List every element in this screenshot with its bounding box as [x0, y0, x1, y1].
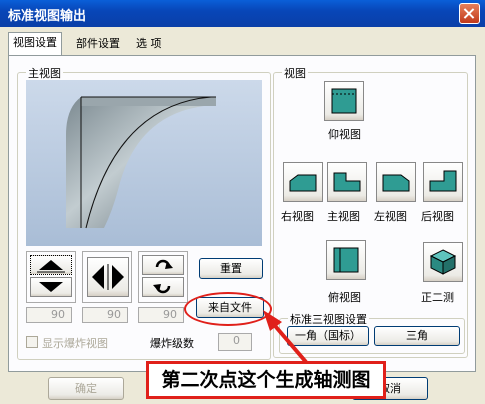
back-view-button[interactable] [423, 162, 463, 202]
bottom-view-button[interactable] [324, 81, 364, 121]
standard-three-view-label: 标准三视图设置 [288, 311, 369, 327]
views-group-label: 视图 [282, 65, 308, 81]
back-view-label: 后视图 [421, 210, 454, 223]
close-button[interactable] [459, 3, 480, 24]
right-view-label: 右视图 [281, 210, 314, 223]
bottom-view-label: 仰视图 [328, 128, 361, 141]
front-view-button[interactable] [327, 162, 367, 202]
tilt-angle-field[interactable]: 90 [26, 307, 72, 323]
explode-level-field[interactable]: 0 [218, 333, 252, 351]
red-highlight-ellipse [184, 292, 272, 326]
dimetric-view-button[interactable] [423, 242, 463, 282]
third-angle-button[interactable]: 三角 [374, 326, 460, 346]
rotate-up-button[interactable] [30, 255, 72, 275]
reset-button[interactable]: 重置 [199, 258, 263, 279]
spin-angle-field[interactable]: 90 [138, 307, 184, 323]
window-title: 标准视图输出 [8, 9, 87, 24]
top-view-button[interactable] [326, 240, 366, 280]
dialog-window: 标准视图输出 视图设置 部件设置 选 项 主视图 90 90 90 重置 来自文… [0, 0, 485, 404]
spin-counterclockwise-button[interactable] [142, 277, 184, 297]
pan-angle-field[interactable]: 90 [82, 307, 128, 323]
left-view-label: 左视图 [374, 210, 407, 223]
title-bar: 标准视图输出 [0, 0, 485, 27]
rotate-left-right-button[interactable] [87, 257, 129, 297]
tab-view-settings[interactable]: 视图设置 [8, 32, 62, 55]
model-render [66, 96, 216, 229]
main-view-group-label: 主视图 [26, 65, 63, 81]
first-angle-button[interactable]: 一角（国标） [287, 326, 369, 346]
explode-level-label: 爆炸级数 [150, 337, 194, 350]
tab-options[interactable]: 选 项 [132, 34, 166, 54]
annotation-callout: 第二次点这个生成轴测图 [146, 361, 386, 399]
explode-view-checkbox[interactable] [26, 336, 38, 348]
spin-clockwise-button[interactable] [142, 255, 184, 275]
rotate-down-button[interactable] [30, 277, 72, 297]
left-view-button[interactable] [376, 162, 416, 202]
ok-button[interactable]: 确定 [48, 377, 124, 400]
top-view-label: 俯视图 [328, 291, 361, 304]
front-view-label: 主视图 [327, 210, 360, 223]
model-preview[interactable] [26, 80, 262, 246]
dimetric-view-label: 正二测 [421, 291, 454, 304]
tab-part-settings[interactable]: 部件设置 [72, 34, 124, 54]
right-view-button[interactable] [283, 162, 323, 202]
explode-view-label: 显示爆炸视图 [42, 337, 108, 350]
